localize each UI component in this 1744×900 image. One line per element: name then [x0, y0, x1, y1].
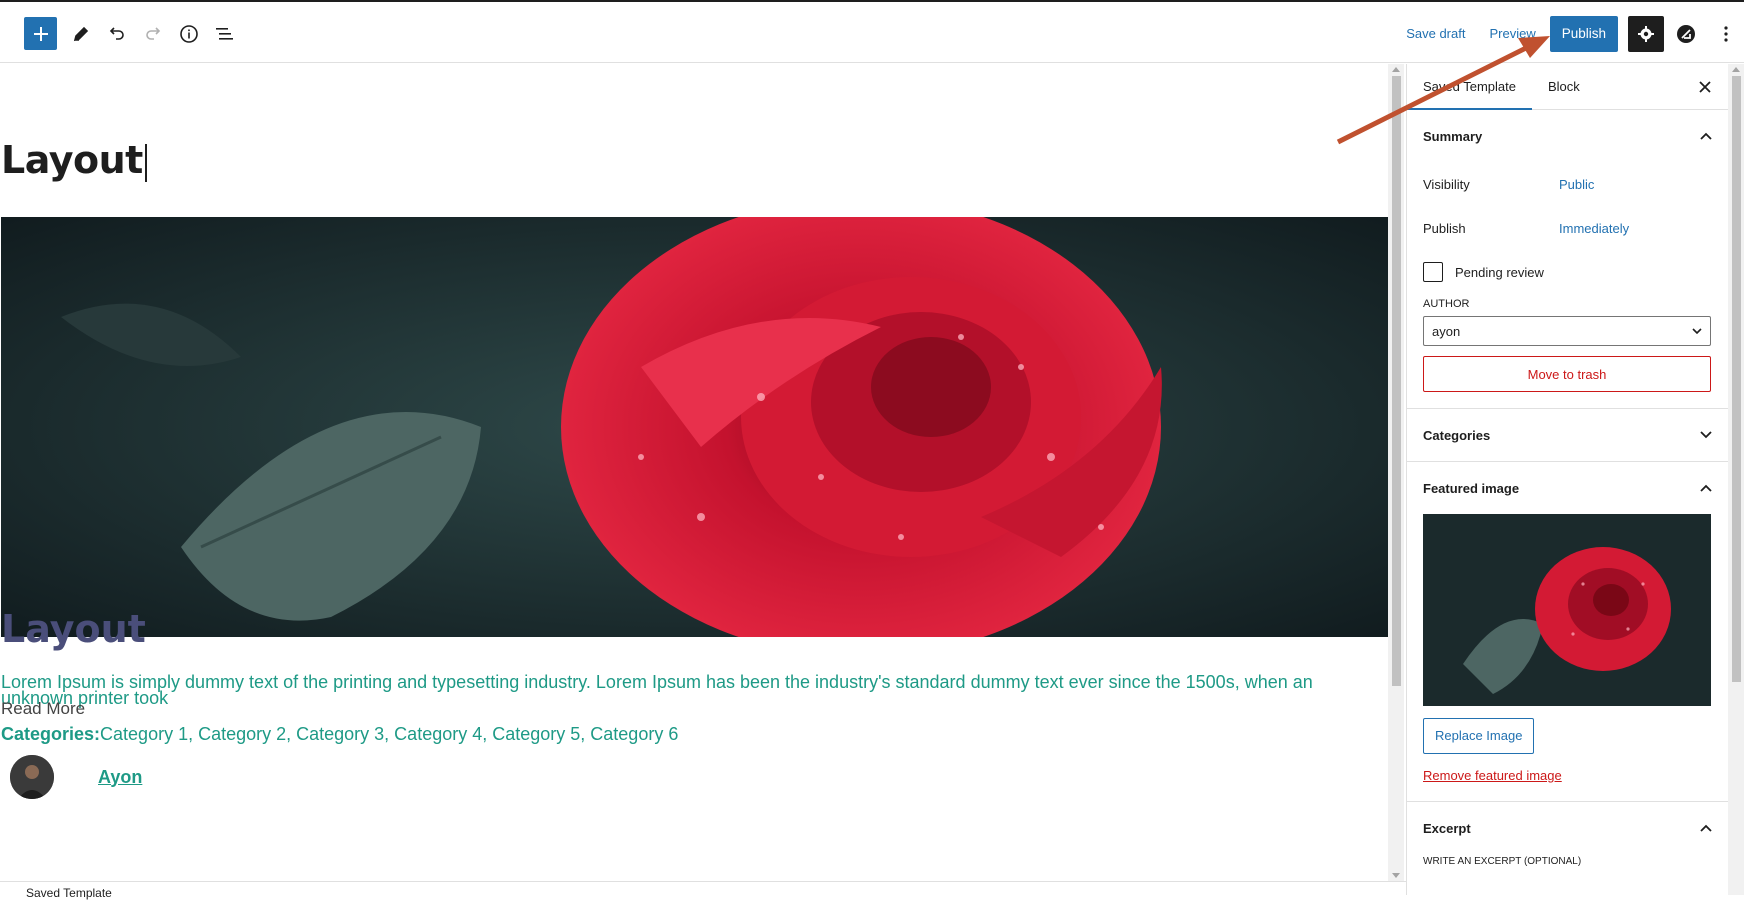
chevron-down-icon: [1700, 431, 1712, 439]
save-draft-button[interactable]: Save draft: [1394, 16, 1477, 52]
featured-image-thumbnail[interactable]: [1423, 514, 1711, 706]
publish-button[interactable]: Publish: [1549, 16, 1618, 52]
block-inserter-button[interactable]: [24, 17, 57, 50]
author-label: AUTHOR: [1423, 298, 1470, 310]
chevron-up-icon: [1700, 824, 1712, 832]
undo-icon: [109, 26, 124, 40]
settings-button[interactable]: [1628, 16, 1664, 52]
close-icon: [1699, 81, 1711, 93]
sidebar-scrollbar[interactable]: [1728, 64, 1744, 895]
pending-review-checkbox[interactable]: [1423, 262, 1443, 282]
featured-image-title: Featured image: [1423, 480, 1520, 496]
post-title-field[interactable]: Layout: [1, 138, 147, 182]
author-select[interactable]: ayon: [1423, 316, 1711, 346]
post-excerpt[interactable]: Lorem Ipsum is simply dummy text of the …: [1, 673, 1361, 707]
post-heading[interactable]: Layout: [1, 607, 146, 651]
header-toolbar: [24, 17, 243, 50]
tools-button[interactable]: [63, 17, 99, 50]
post-author: Ayon: [10, 755, 142, 799]
text-caret: [144, 143, 147, 182]
canvas-scroll-thumb[interactable]: [1392, 76, 1401, 686]
categories-panel: Categories: [1407, 409, 1728, 462]
scroll-up-icon[interactable]: [1732, 67, 1740, 72]
rose-image: [1, 217, 1388, 637]
post-title-text[interactable]: Layout: [1, 138, 143, 182]
categories-panel-toggle[interactable]: Categories: [1423, 409, 1712, 461]
plugin-button[interactable]: [1668, 16, 1704, 52]
details-button[interactable]: [171, 17, 207, 50]
visibility-label: Visibility: [1423, 176, 1470, 192]
preview-button[interactable]: Preview: [1477, 16, 1547, 52]
publish-label: Publish: [1423, 220, 1466, 236]
close-sidebar-button[interactable]: [1690, 72, 1720, 102]
featured-image-panel-toggle[interactable]: Featured image: [1423, 462, 1712, 514]
summary-panel-toggle[interactable]: Summary: [1423, 110, 1712, 162]
undo-button[interactable]: [99, 17, 135, 50]
summary-title: Summary: [1423, 128, 1483, 144]
replace-image-button[interactable]: Replace Image: [1423, 718, 1535, 754]
pending-review-label[interactable]: Pending review: [1455, 265, 1544, 280]
settings-sidebar: Saved Template Block Summary Visibility …: [1406, 64, 1728, 895]
scroll-down-icon[interactable]: [1392, 873, 1400, 878]
editor-header: Save draft Preview Publish: [0, 0, 1744, 63]
options-button[interactable]: [1708, 16, 1744, 52]
block-breadcrumb: Saved Template: [0, 881, 1406, 900]
redo-button[interactable]: [135, 17, 171, 50]
excerpt-field-label: WRITE AN EXCERPT (OPTIONAL): [1423, 856, 1582, 867]
info-icon: [180, 24, 198, 43]
summary-panel: Summary Visibility Public Publish Immedi…: [1407, 110, 1728, 409]
post-categories: Categories:Category 1, Category 2, Categ…: [1, 724, 678, 745]
plus-icon: [33, 26, 48, 41]
more-vertical-icon: [1724, 26, 1728, 42]
publish-row: Publish Immediately: [1423, 206, 1712, 250]
chevron-up-icon: [1700, 484, 1712, 492]
chevron-down-icon: [1692, 328, 1702, 334]
chevron-up-icon: [1700, 132, 1712, 140]
pencil-icon: [73, 26, 89, 41]
featured-image-panel: Featured image Replace Image Remove feat…: [1407, 462, 1728, 802]
sidebar-scroll-thumb[interactable]: [1732, 76, 1741, 682]
canvas-scrollbar[interactable]: [1388, 64, 1404, 881]
pending-review-row: Pending review: [1423, 250, 1712, 294]
avatar: [10, 755, 54, 799]
move-to-trash-button[interactable]: Move to trash: [1423, 356, 1711, 392]
redo-icon: [146, 26, 161, 40]
tab-block[interactable]: Block: [1532, 64, 1596, 109]
visibility-row: Visibility Public: [1423, 162, 1712, 206]
read-more-link[interactable]: Read More: [1, 699, 85, 719]
categories-label: Categories:: [1, 724, 101, 744]
publish-date-toggle[interactable]: Immediately: [1559, 221, 1629, 236]
excerpt-title: Excerpt: [1423, 820, 1471, 836]
author-select-value: ayon: [1432, 323, 1461, 339]
breadcrumb-item[interactable]: Saved Template: [26, 886, 112, 900]
categories-title: Categories: [1423, 427, 1491, 443]
plugin-icon: [1677, 25, 1695, 43]
tab-saved-template[interactable]: Saved Template: [1407, 64, 1532, 110]
sidebar-tabs: Saved Template Block: [1407, 64, 1728, 110]
header-settings: Save draft Preview Publish: [1394, 16, 1744, 52]
author-name-link[interactable]: Ayon: [98, 767, 142, 788]
featured-image-block[interactable]: [1, 217, 1388, 637]
list-view-button[interactable]: [207, 17, 243, 50]
remove-featured-image-link[interactable]: Remove featured image: [1423, 768, 1712, 801]
scroll-up-icon[interactable]: [1392, 67, 1400, 72]
visibility-toggle[interactable]: Public: [1559, 177, 1594, 192]
excerpt-panel-toggle[interactable]: Excerpt: [1423, 802, 1712, 854]
gear-icon: [1638, 26, 1654, 42]
excerpt-panel: Excerpt WRITE AN EXCERPT (OPTIONAL): [1407, 802, 1728, 867]
editor-canvas: Layout Layout Lorem Ipsum is simply dumm…: [0, 64, 1388, 881]
categories-list[interactable]: Category 1, Category 2, Category 3, Cate…: [100, 724, 678, 744]
list-view-icon: [216, 27, 233, 40]
